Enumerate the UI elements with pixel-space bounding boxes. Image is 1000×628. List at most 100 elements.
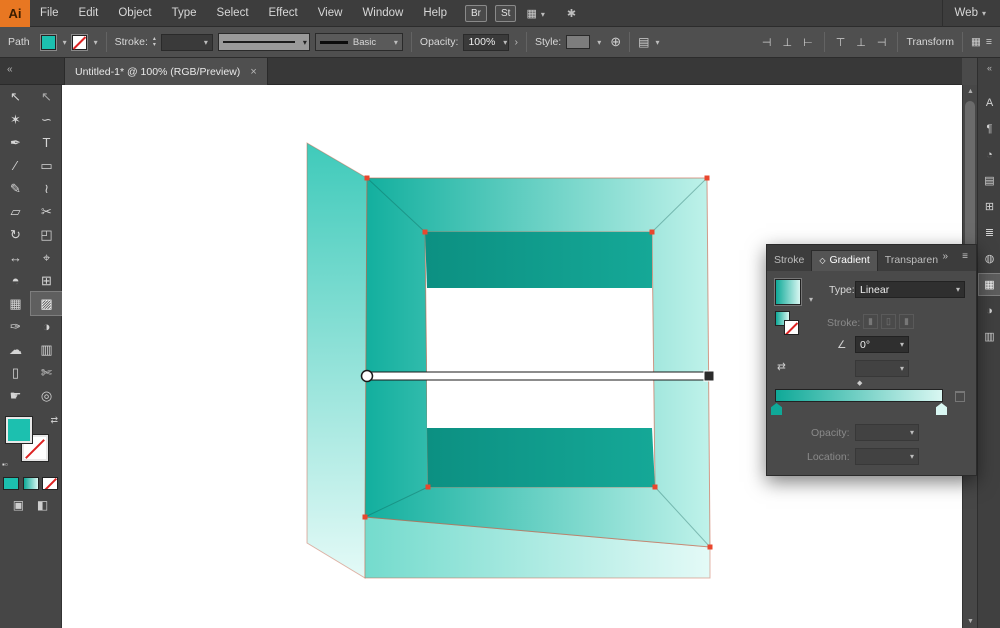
gradient-annotator[interactable] <box>360 369 715 383</box>
cube-left-face[interactable] <box>306 142 368 579</box>
gradient-start-handle[interactable] <box>360 369 374 383</box>
width-tool[interactable]: ↔ <box>0 246 31 269</box>
teal-cube-shape[interactable] <box>306 142 711 579</box>
panel-menu-icon[interactable]: ≡ <box>986 36 992 48</box>
eyedropper-tool[interactable]: ✑ <box>0 315 31 338</box>
color-button[interactable] <box>3 477 20 490</box>
color-panel-icon[interactable]: ◔ <box>979 144 1000 165</box>
rectangle-tool[interactable]: ▭ <box>31 154 62 177</box>
transparency-panel-icon[interactable]: ◑ <box>979 300 1000 321</box>
expand-panels-icon[interactable]: « <box>978 63 1000 73</box>
mesh-tool[interactable]: ▦ <box>0 292 31 315</box>
gradient-annotator-bar[interactable] <box>366 371 711 381</box>
align-middle-icon[interactable]: ⊥ <box>853 36 869 49</box>
stepper-down-icon[interactable]: ▾ <box>153 42 156 48</box>
midpoint-icon[interactable]: ◆ <box>857 379 862 387</box>
cc-sparkle-icon[interactable]: ✱ <box>567 7 576 20</box>
zoom-tool[interactable]: ◎ <box>31 384 62 407</box>
hand-tool[interactable]: ☛ <box>0 384 31 407</box>
rotate-tool[interactable]: ↻ <box>0 223 31 246</box>
bridge-button[interactable]: Br <box>465 4 487 22</box>
close-tab-icon[interactable]: × <box>250 66 256 78</box>
menu-edit[interactable]: Edit <box>69 0 109 27</box>
menu-view[interactable]: View <box>308 0 353 27</box>
workspace-switcher[interactable]: Web ▾ <box>941 0 1000 27</box>
menu-window[interactable]: Window <box>352 0 413 27</box>
scroll-up-icon[interactable]: ▲ <box>963 88 978 95</box>
gradient-button[interactable] <box>22 477 39 490</box>
swap-fill-stroke-icon[interactable]: ⇄ <box>50 415 58 426</box>
default-fill-stroke-icon[interactable]: ▪▫ <box>2 460 8 469</box>
column-graph-tool[interactable]: ▥ <box>31 338 62 361</box>
draw-normal-icon[interactable]: ▣ <box>13 498 24 512</box>
align-top-icon[interactable]: ⊤ <box>833 36 849 49</box>
scissors-tool[interactable]: ✂ <box>31 200 62 223</box>
gradient-stop-left[interactable] <box>771 403 782 415</box>
stroke-weight-stepper[interactable]: ▴ ▾ <box>153 36 156 48</box>
swatches-panel-icon[interactable]: ▤ <box>979 170 1000 191</box>
symbol-sprayer-tool[interactable]: ☁ <box>0 338 31 361</box>
tab-stroke[interactable]: Stroke <box>767 251 811 271</box>
scroll-down-icon[interactable]: ▼ <box>963 618 978 625</box>
pencil-tool[interactable]: ≀ <box>31 177 62 200</box>
cube-inner-bottom-wall[interactable] <box>427 428 655 487</box>
width-profile-dropdown[interactable]: ▾ <box>217 33 310 51</box>
paragraph-panel-icon[interactable]: ¶ <box>979 118 1000 139</box>
paintbrush-tool[interactable]: ✎ <box>0 177 31 200</box>
magic-wand-tool[interactable]: ✶ <box>0 108 31 131</box>
opacity-field[interactable]: 100% ▾ <box>463 33 510 51</box>
stroke-across-icon[interactable]: ▮ <box>899 314 914 329</box>
panel-menu-icon[interactable]: ≡ <box>962 251 968 262</box>
gradient-stop-right[interactable] <box>936 403 947 415</box>
stroke-weight-field[interactable]: ▾ <box>160 33 213 51</box>
stroke-along-icon[interactable]: ▯ <box>881 314 896 329</box>
gradient-tool[interactable]: ▨ <box>30 291 63 316</box>
gradient-type-dropdown[interactable]: Linear ▾ <box>855 281 965 298</box>
menu-file[interactable]: File <box>30 0 69 27</box>
arrange-documents-icon[interactable]: ▦ ▾ <box>526 7 544 20</box>
gradient-swatch-dropdown-icon[interactable]: ▾ <box>809 295 813 304</box>
menu-help[interactable]: Help <box>413 0 457 27</box>
globe-icon[interactable]: ⊕ <box>610 34 621 50</box>
delete-stop-icon[interactable] <box>955 391 965 402</box>
stop-location-dropdown[interactable]: ▾ <box>855 448 919 465</box>
fill-proxy[interactable] <box>5 416 33 444</box>
menu-object[interactable]: Object <box>108 0 161 27</box>
gradient-slider[interactable] <box>775 389 943 402</box>
scale-tool[interactable]: ◰ <box>31 223 62 246</box>
gradient-stroke-proxy[interactable] <box>784 320 799 335</box>
type-tool[interactable]: T <box>31 131 62 154</box>
free-transform-tool[interactable]: ⌖ <box>31 246 62 269</box>
stock-button[interactable]: St <box>495 4 517 22</box>
selection-tool[interactable]: ↖ <box>0 85 31 108</box>
shape-builder-tool[interactable]: ◓ <box>0 269 31 292</box>
brush-definition-dropdown[interactable]: Basic ▾ <box>314 33 403 51</box>
gradient-end-handle[interactable] <box>703 370 715 382</box>
stroke-within-icon[interactable]: ▮ <box>863 314 878 329</box>
tab-transparency[interactable]: Transparen <box>878 251 945 271</box>
stroke-color-dropdown[interactable]: ▾ <box>70 33 98 51</box>
slice-tool[interactable]: ✄ <box>31 361 62 384</box>
angle-dropdown[interactable]: 0° ▾ <box>855 336 909 353</box>
line-tool[interactable]: ∕ <box>0 154 31 177</box>
align-bottom-icon[interactable]: ⊣ <box>874 36 890 49</box>
opacity-more-icon[interactable]: › <box>514 36 518 48</box>
aspect-ratio-dropdown[interactable]: ▾ <box>855 360 909 377</box>
panel-chevrons-icon[interactable]: » <box>942 251 948 262</box>
tab-gradient[interactable]: ◇ Gradient <box>811 250 878 271</box>
document-tab[interactable]: Untitled-1* @ 100% (RGB/Preview) × <box>64 58 268 85</box>
stop-opacity-dropdown[interactable]: ▾ <box>855 424 919 441</box>
layers-panel-icon[interactable]: ▥ <box>979 326 1000 347</box>
gradient-panel-icon[interactable]: ▦ <box>978 273 1000 296</box>
perspective-grid-tool[interactable]: ⊞ <box>31 269 62 292</box>
blend-tool[interactable]: ◑ <box>31 315 62 338</box>
pen-tool[interactable]: ✒ <box>0 131 31 154</box>
none-button[interactable] <box>41 477 58 490</box>
cube-inner-top-wall[interactable] <box>425 232 652 288</box>
align-right-icon[interactable]: ⊢ <box>800 36 816 49</box>
document-setup-dropdown[interactable]: ▤ ▾ <box>638 35 659 49</box>
style-dropdown[interactable]: ▾ <box>566 35 601 49</box>
gradient-swatch[interactable] <box>774 278 802 306</box>
isolate-icon[interactable]: ▦ <box>971 36 981 48</box>
appearance-panel-icon[interactable]: ◍ <box>979 248 1000 269</box>
